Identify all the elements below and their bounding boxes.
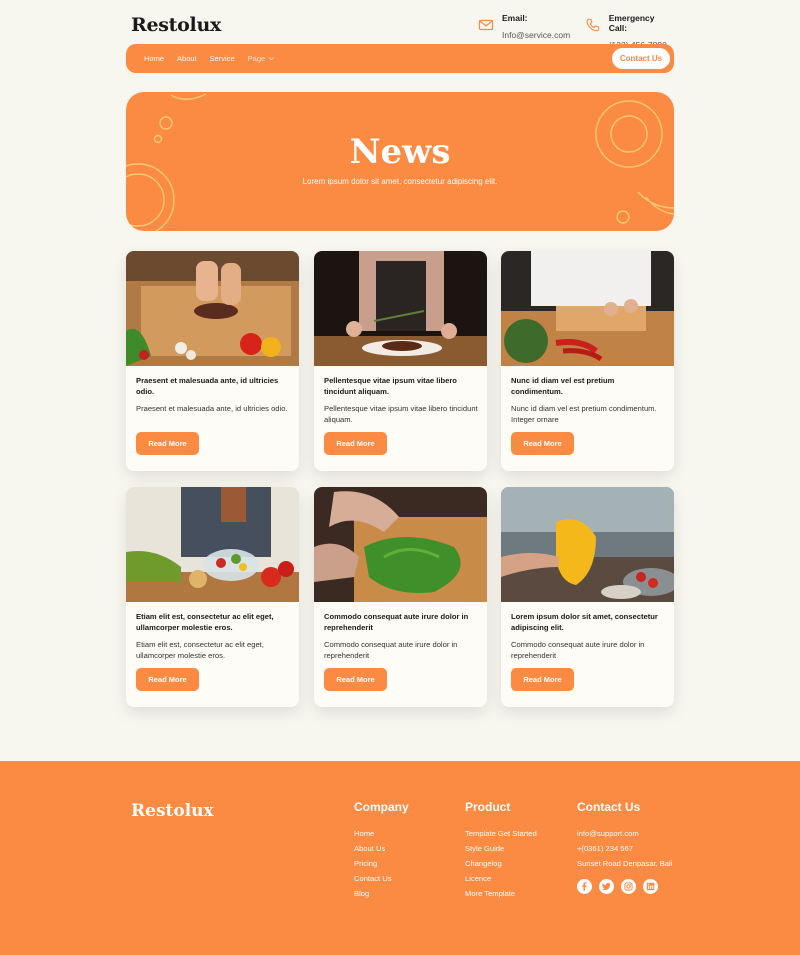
chevron-down-icon bbox=[269, 57, 275, 61]
brand-logo[interactable]: Restolux bbox=[131, 14, 221, 36]
read-more-button[interactable]: Read More bbox=[511, 668, 574, 691]
footer-email[interactable]: info@support.com bbox=[577, 826, 677, 841]
news-image-chopping-meat bbox=[126, 251, 299, 366]
read-more-button[interactable]: Read More bbox=[136, 668, 199, 691]
footer-logo[interactable]: Restolux bbox=[131, 801, 214, 821]
footer-company-column: Company Home About Us Pricing Contact Us… bbox=[354, 800, 409, 901]
top-header: Restolux Email: Info@service.com Emergen… bbox=[126, 0, 674, 50]
footer-product-column: Product Template Get Started Style Guide… bbox=[465, 800, 537, 901]
footer-company-heading: Company bbox=[354, 800, 409, 814]
news-image-salad-bowl bbox=[126, 487, 299, 602]
card-title[interactable]: Etiam elit est, consectetur ac elit eget… bbox=[136, 611, 291, 633]
card-title[interactable]: Commodo consequat aute irure dolor in re… bbox=[324, 611, 479, 633]
footer-link-home[interactable]: Home bbox=[354, 826, 409, 841]
nav-item-page-label: Page bbox=[247, 54, 266, 63]
news-card: Pellentesque vitae ipsum vitae libero ti… bbox=[314, 251, 487, 471]
footer-link-more-template[interactable]: More Template bbox=[465, 886, 537, 901]
news-card: Etiam elit est, consectetur ac elit eget… bbox=[126, 487, 299, 707]
nav-links: Home About Service Page bbox=[144, 44, 275, 73]
card-description: Etiam elit est, consectetur ac elit eget… bbox=[136, 640, 264, 660]
contact-us-button[interactable]: Contact Us bbox=[612, 48, 670, 69]
card-description: Commodo consequat aute irure dolor in re… bbox=[511, 640, 645, 660]
footer-link-pricing[interactable]: Pricing bbox=[354, 856, 409, 871]
nav-item-home[interactable]: Home bbox=[144, 54, 164, 63]
hero-subtitle: Lorem ipsum dolor sit amet, consectetur … bbox=[302, 177, 498, 186]
instagram-icon[interactable] bbox=[621, 879, 636, 894]
footer-contact-column: Contact Us info@support.com +(0361) 234 … bbox=[577, 800, 677, 894]
read-more-button[interactable]: Read More bbox=[136, 432, 199, 455]
card-title[interactable]: Nunc id diam vel est pretium condimentum… bbox=[511, 375, 666, 397]
twitter-icon[interactable] bbox=[599, 879, 614, 894]
email-label: Email: bbox=[502, 13, 528, 23]
phone-icon bbox=[586, 18, 600, 32]
site-footer: Restolux Company Home About Us Pricing C… bbox=[0, 761, 800, 955]
read-more-button[interactable]: Read More bbox=[324, 668, 387, 691]
linkedin-icon[interactable] bbox=[643, 879, 658, 894]
news-card: Lorem ipsum dolor sit amet, consectetur … bbox=[501, 487, 674, 707]
footer-address: Sunset Road Denpasar, Bali bbox=[577, 859, 673, 868]
footer-link-blog[interactable]: Blog bbox=[354, 886, 409, 901]
footer-link-style-guide[interactable]: Style Guide bbox=[465, 841, 537, 856]
nav-item-page[interactable]: Page bbox=[248, 54, 276, 63]
footer-phone[interactable]: +(0361) 234 567 bbox=[577, 841, 677, 856]
nav-item-about[interactable]: About bbox=[177, 54, 197, 63]
email-info: Email: Info@service.com bbox=[478, 13, 570, 40]
news-image-chef-plating bbox=[314, 251, 487, 366]
news-card: Praesent et malesuada ante, id ultricies… bbox=[126, 251, 299, 471]
card-title[interactable]: Pellentesque vitae ipsum vitae libero ti… bbox=[324, 375, 479, 397]
card-title[interactable]: Praesent et malesuada ante, id ultricies… bbox=[136, 375, 291, 397]
footer-product-heading: Product bbox=[465, 800, 511, 814]
footer-link-get-started[interactable]: Template Get Started bbox=[465, 826, 537, 841]
read-more-button[interactable]: Read More bbox=[511, 432, 574, 455]
card-title[interactable]: Lorem ipsum dolor sit amet, consectetur … bbox=[511, 611, 666, 633]
news-card: Nunc id diam vel est pretium condimentum… bbox=[501, 251, 674, 471]
footer-link-licence[interactable]: Licence bbox=[465, 871, 537, 886]
social-links bbox=[577, 879, 677, 894]
card-description: Commodo consequat aute irure dolor in re… bbox=[324, 640, 458, 660]
footer-link-changelog[interactable]: Changelog bbox=[465, 856, 537, 871]
footer-link-contact[interactable]: Contact Us bbox=[354, 871, 409, 886]
news-card: Commodo consequat aute irure dolor in re… bbox=[314, 487, 487, 707]
email-value[interactable]: Info@service.com bbox=[502, 30, 570, 40]
card-description: Praesent et malesuada ante, id ultricies… bbox=[136, 404, 288, 413]
mail-icon bbox=[478, 19, 494, 31]
news-image-chef-cutting-peppers bbox=[501, 251, 674, 366]
facebook-icon[interactable] bbox=[577, 879, 592, 894]
nav-item-service[interactable]: Service bbox=[210, 54, 235, 63]
card-description: Nunc id diam vel est pretium condimentum… bbox=[511, 404, 657, 424]
card-description: Pellentesque vitae ipsum vitae libero ti… bbox=[324, 404, 478, 424]
main-navbar: Home About Service Page Contact Us bbox=[126, 44, 674, 73]
page-title: News bbox=[349, 132, 451, 172]
footer-link-about[interactable]: About Us bbox=[354, 841, 409, 856]
news-image-yellow-pepper bbox=[501, 487, 674, 602]
footer-contact-heading: Contact Us bbox=[577, 800, 641, 814]
news-image-chopping-herbs bbox=[314, 487, 487, 602]
phone-label: Emergency Call: bbox=[608, 13, 655, 33]
read-more-button[interactable]: Read More bbox=[324, 432, 387, 455]
hero-banner: News Lorem ipsum dolor sit amet, consect… bbox=[126, 92, 674, 231]
